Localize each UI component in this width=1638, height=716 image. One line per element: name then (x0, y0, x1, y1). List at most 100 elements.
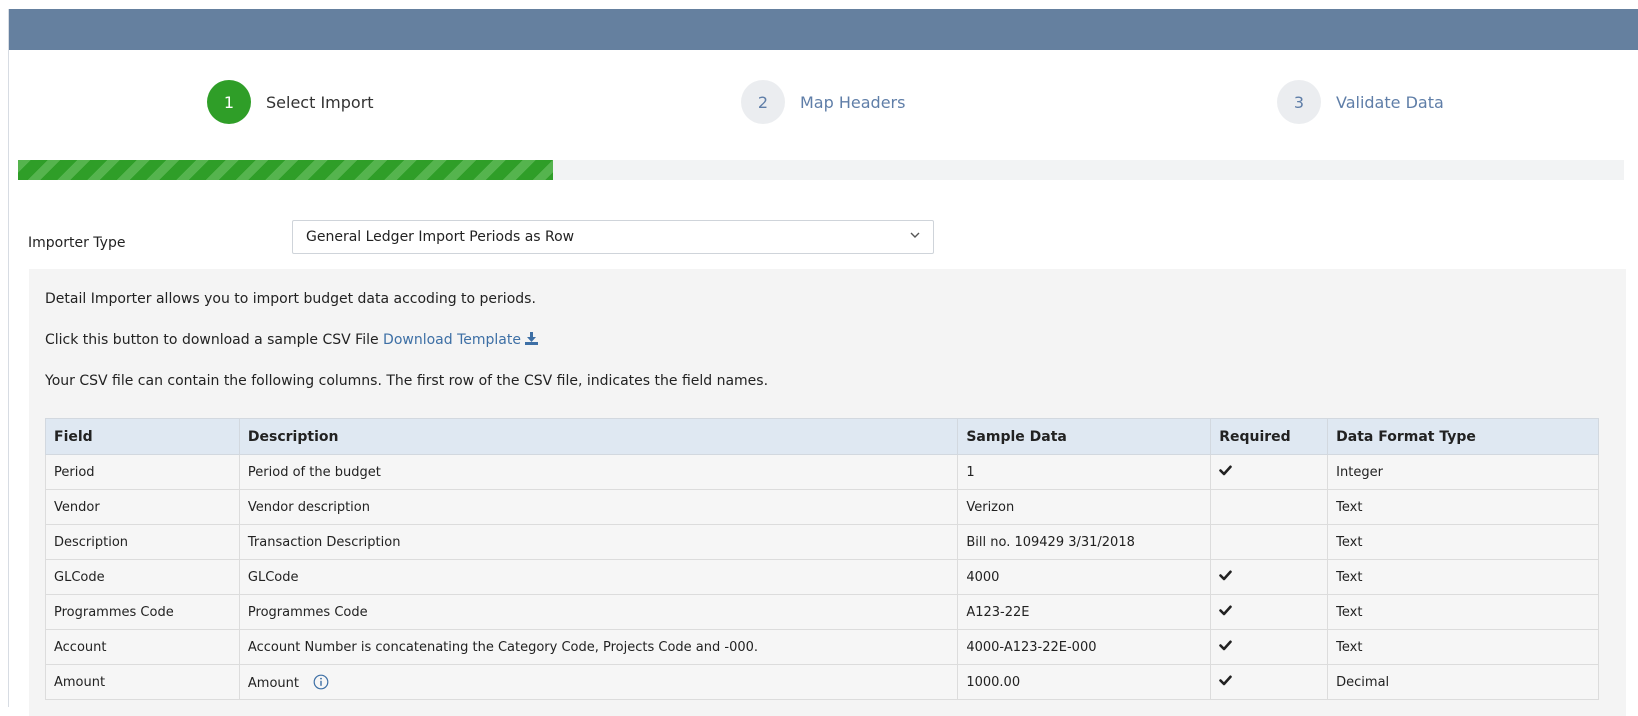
column-header-sample-data: Sample Data (957, 418, 1212, 455)
cell-description: Transaction Description (238, 524, 959, 560)
importer-type-label: Importer Type (28, 235, 126, 251)
field-text: Amount (54, 674, 106, 690)
check-icon (1219, 674, 1232, 685)
cell-sample-data: Verizon (957, 489, 1212, 525)
sample-text: Verizon (966, 499, 1015, 515)
cell-sample-data: 4000 (957, 559, 1212, 595)
cell-sample-data: 4000-A123-22E-000 (957, 629, 1212, 665)
check-icon (1219, 639, 1232, 650)
table-row: Vendor Vendor description Verizon Text (45, 489, 1599, 525)
wizard-progress-fill (18, 160, 553, 180)
field-text: Vendor (54, 499, 100, 515)
importer-info-panel: Detail Importer allows you to import bud… (29, 269, 1626, 716)
description-text: Account Number is concatenating the Cate… (247, 639, 759, 655)
table-row: Description Transaction Description Bill n… (45, 524, 1599, 560)
csv-columns-instruction: Your CSV file can contain the following … (45, 373, 769, 389)
cell-format: Text (1327, 559, 1599, 595)
format-text: Text (1336, 639, 1363, 655)
importer-type-select[interactable]: General Ledger Import Periods as Row (292, 220, 934, 254)
step-label: Validate Data (1336, 92, 1444, 112)
field-text: Programmes Code (54, 604, 174, 620)
cell-sample-data: 1 (957, 454, 1212, 490)
cell-field: Programmes Code (45, 594, 240, 630)
format-text: Text (1336, 499, 1363, 515)
table-row: GLCode GLCode 4000 Text (45, 559, 1599, 595)
download-icon (524, 332, 538, 345)
step-number-badge: 2 (741, 80, 785, 124)
description-text: Programmes Code (247, 604, 368, 620)
cell-format: Text (1327, 524, 1599, 560)
table-row: Programmes Code Programmes Code A123-22E Te… (45, 594, 1599, 630)
cell-description: GLCode (238, 559, 959, 595)
format-text: Text (1336, 534, 1363, 550)
description-text: Period of the budget (247, 464, 381, 480)
cell-format: Text (1327, 629, 1599, 665)
format-text: Text (1336, 569, 1363, 585)
importer-window: 1 Select Import 2 Map Headers 3 Validate… (8, 9, 1638, 716)
column-header-format: Data Format Type (1327, 418, 1599, 455)
step-label: Map Headers (800, 92, 906, 112)
download-instruction: Click this button to download a sample C… (45, 332, 538, 348)
format-text: Integer (1336, 464, 1383, 480)
table-row: Account Account Number is concatenating t… (45, 629, 1599, 665)
sample-text: 4000-A123-22E-000 (966, 639, 1097, 655)
cell-required (1210, 664, 1329, 700)
wizard-progress-bar (18, 160, 1624, 180)
cell-field: Vendor (45, 489, 240, 525)
step-map-headers[interactable]: 2 Map Headers (741, 80, 905, 124)
sample-text: 1 (966, 464, 975, 480)
cell-required (1210, 524, 1329, 560)
download-instruction-text: Click this button to download a sample C… (45, 332, 379, 348)
top-header-bar (9, 9, 1638, 50)
download-template-link[interactable]: Download Template (383, 332, 538, 348)
cell-description: Vendor description (238, 489, 959, 525)
download-template-label: Download Template (383, 332, 521, 348)
cell-description: Period of the budget (238, 454, 959, 490)
cell-required (1210, 454, 1329, 490)
importer-type-value: General Ledger Import Periods as Row (306, 229, 575, 245)
cell-format: Text (1327, 594, 1599, 630)
table-row: Amount Amount 1000.00 Decimal (45, 664, 1599, 700)
cell-field: Description (45, 524, 240, 560)
cell-field: Period (45, 454, 240, 490)
step-number-badge: 3 (1277, 80, 1321, 124)
step-label: Select Import (266, 92, 374, 112)
cell-sample-data: A123-22E (957, 594, 1212, 630)
column-header-required: Required (1210, 418, 1329, 455)
cell-description: Amount (238, 664, 959, 700)
table-row: Period Period of the budget 1 Integer (45, 454, 1599, 490)
check-icon (1219, 464, 1232, 475)
step-select-import[interactable]: 1 Select Import (207, 80, 374, 124)
sample-text: Bill no. 109429 3/31/2018 (966, 534, 1135, 550)
cell-description: Account Number is concatenating the Cate… (238, 629, 959, 665)
cell-required (1210, 629, 1329, 665)
cell-required (1210, 489, 1329, 525)
field-text: GLCode (54, 569, 105, 585)
description-text: Transaction Description (247, 534, 401, 550)
table-header-row: Field Description Sample Data Required D… (45, 418, 1599, 455)
step-validate-data[interactable]: 3 Validate Data (1277, 80, 1444, 124)
cell-format: Decimal (1327, 664, 1599, 700)
cell-sample-data: Bill no. 109429 3/31/2018 (957, 524, 1212, 560)
cell-format: Text (1327, 489, 1599, 525)
sample-text: 4000 (966, 569, 1000, 585)
description-text: GLCode (247, 569, 299, 585)
field-text: Period (54, 464, 95, 480)
info-description: Detail Importer allows you to import bud… (45, 291, 536, 307)
format-text: Text (1336, 604, 1363, 620)
chevron-down-icon (910, 232, 920, 238)
info-icon[interactable] (313, 674, 329, 690)
field-text: Description (54, 534, 129, 550)
cell-field: Account (45, 629, 240, 665)
description-text: Vendor description (247, 499, 370, 515)
step-number-badge: 1 (207, 80, 251, 124)
column-header-description: Description (238, 418, 959, 455)
cell-format: Integer (1327, 454, 1599, 490)
cell-required (1210, 594, 1329, 630)
cell-field: Amount (45, 664, 240, 700)
csv-columns-table: Field Description Sample Data Required D… (45, 418, 1599, 700)
table-body: Period Period of the budget 1 Integer Vendor… (45, 454, 1599, 700)
cell-sample-data: 1000.00 (957, 664, 1212, 700)
cell-field: GLCode (45, 559, 240, 595)
sample-text: 1000.00 (966, 674, 1021, 690)
